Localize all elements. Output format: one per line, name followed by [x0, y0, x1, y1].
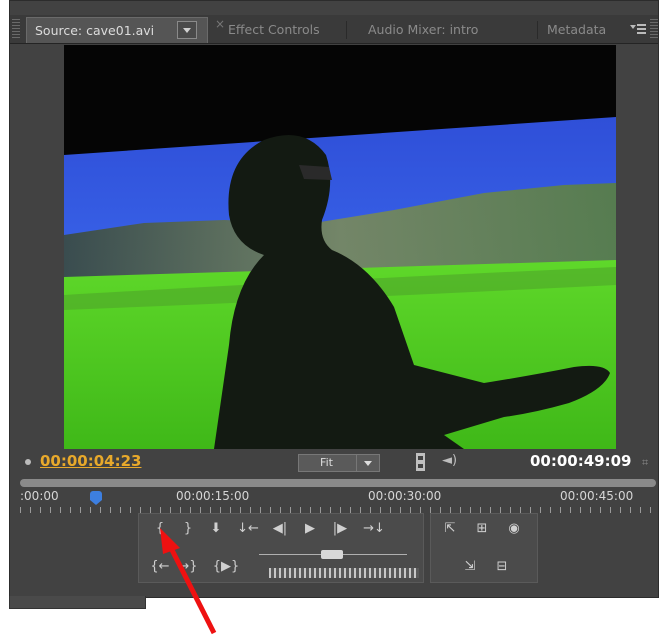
add-marker-button[interactable]: ⬇: [203, 518, 229, 540]
film-strip-icon[interactable]: [416, 453, 425, 471]
chevron-down-icon: [356, 455, 380, 471]
tab-audio-mixer[interactable]: Audio Mixer: intro: [368, 17, 478, 43]
play-button[interactable]: ▶: [297, 518, 323, 540]
transport-controls: { } ⬇ ↓← ◀| ▶ |▶ →↓ {← →} {▶} ⇱ ⊞ ◉ ⇲ ⊟: [138, 513, 540, 585]
current-timecode[interactable]: 00:00:04:23: [40, 452, 142, 470]
insert-button[interactable]: ⇱: [437, 518, 463, 540]
source-monitor-panel: Source: cave01.avi × Effect Controls Aud…: [9, 0, 659, 598]
step-forward-button[interactable]: |▶: [327, 518, 353, 540]
ruler-label: :00:00: [20, 489, 59, 503]
jog-wheel[interactable]: [269, 568, 419, 578]
current-time-marker-icon: [25, 459, 31, 465]
panel-tab-bar: Source: cave01.avi × Effect Controls Aud…: [10, 15, 658, 44]
go-to-in-button[interactable]: ↓←: [235, 518, 261, 540]
speaker-icon[interactable]: ◄): [442, 453, 457, 468]
ruler-label: 00:00:30:00: [368, 489, 442, 503]
tab-source[interactable]: Source: cave01.avi: [26, 17, 208, 43]
safe-margins-button[interactable]: ⊞: [469, 518, 495, 540]
tab-source-label: Source: cave01.avi: [35, 23, 155, 38]
edit-group: ⇱ ⊞ ◉ ⇲ ⊟: [430, 513, 538, 583]
source-clip-dropdown[interactable]: [177, 21, 197, 39]
shuttle-knob[interactable]: [321, 550, 343, 559]
zoom-scroll-bar[interactable]: [20, 479, 656, 487]
tab-metadata[interactable]: Metadata: [547, 17, 632, 43]
lower-panel-tab: [9, 596, 146, 609]
tab-divider: [346, 21, 347, 39]
overlay-button[interactable]: ⇲: [457, 556, 483, 578]
go-to-out-button[interactable]: →↓: [361, 518, 387, 540]
zoom-level-value: Fit: [320, 456, 333, 469]
clear-out-button[interactable]: →}: [175, 556, 201, 578]
monitor-time-bar: 00:00:04:23 Fit ◄) 00:00:49:09 ⌗: [10, 449, 658, 479]
tab-grip[interactable]: [12, 19, 20, 39]
ruler-label: 00:00:15:00: [176, 489, 250, 503]
clear-in-button[interactable]: {←: [147, 556, 173, 578]
mark-in-button[interactable]: {: [147, 518, 173, 540]
close-tab-icon[interactable]: ×: [215, 17, 225, 31]
shuttle-slider[interactable]: [259, 550, 407, 560]
time-ruler[interactable]: :00:00 00:00:15:00 00:00:30:00 00:00:45:…: [20, 479, 658, 513]
play-in-to-out-button[interactable]: {▶}: [209, 556, 243, 578]
tab-divider: [537, 21, 538, 39]
video-preview: [64, 45, 616, 449]
playhead-icon[interactable]: [90, 491, 102, 505]
monitor-settings-icon[interactable]: ⌗: [642, 456, 648, 470]
export-frame-button[interactable]: ⊟: [489, 556, 515, 578]
transport-group: { } ⬇ ↓← ◀| ▶ |▶ →↓ {← →} {▶}: [138, 513, 424, 583]
step-back-button[interactable]: ◀|: [267, 518, 293, 540]
tab-effect-controls[interactable]: Effect Controls: [228, 17, 320, 43]
video-frame-image: [64, 45, 616, 449]
ruler-label: 00:00:45:00: [560, 489, 634, 503]
tab-grip[interactable]: [650, 19, 658, 39]
output-button[interactable]: ◉: [501, 518, 527, 540]
mark-out-button[interactable]: }: [175, 518, 201, 540]
panel-menu-icon[interactable]: [629, 19, 647, 37]
duration-timecode: 00:00:49:09: [530, 452, 632, 470]
zoom-level-select[interactable]: Fit: [298, 454, 380, 472]
